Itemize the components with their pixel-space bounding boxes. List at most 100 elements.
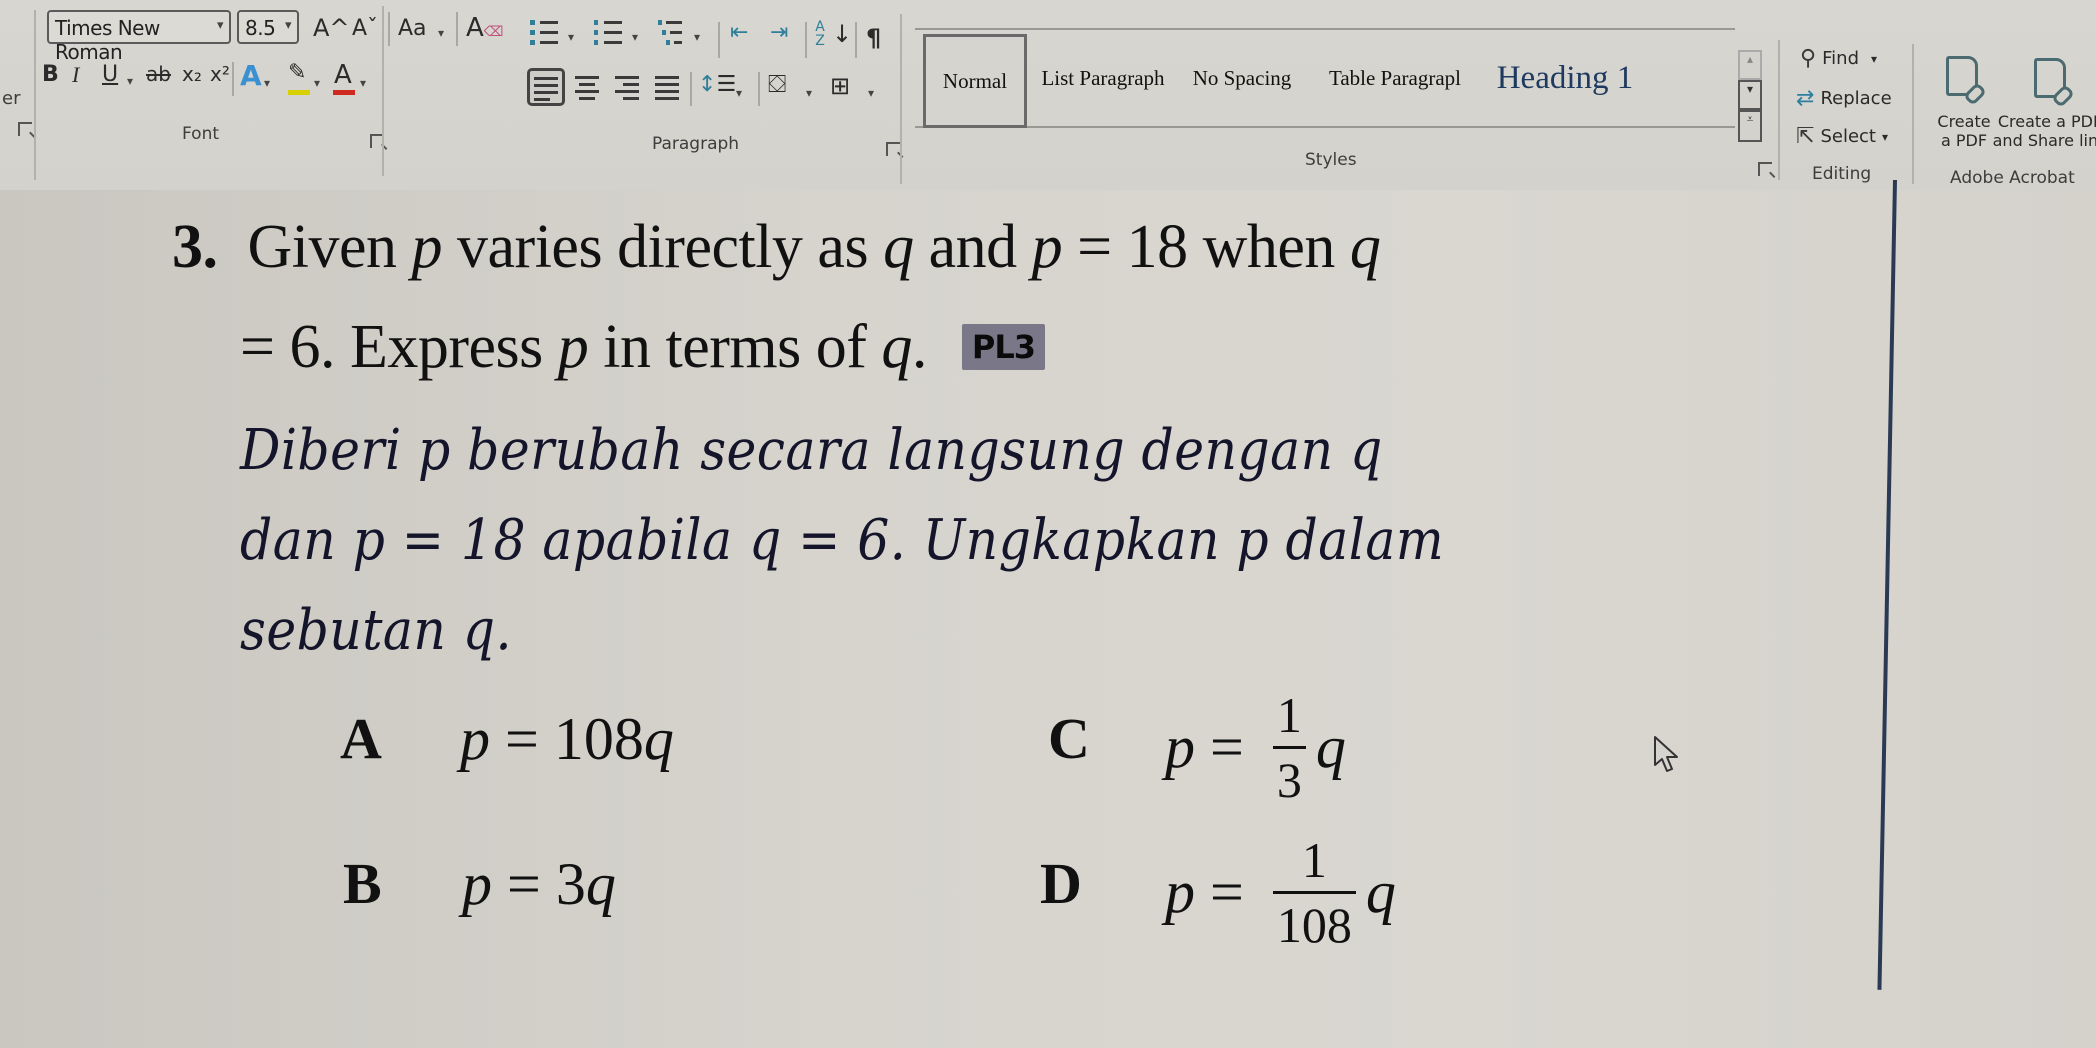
chevron-down-icon[interactable]: ▾ [127, 74, 133, 88]
group-separator [1778, 40, 1780, 180]
sort-icon[interactable]: A Z [812, 20, 828, 48]
chevron-down-icon[interactable]: ▾ [868, 86, 874, 100]
font-name-value: Times New Roman [55, 16, 160, 64]
paragraph-group-label: Paragraph [652, 134, 740, 154]
align-left-button[interactable] [527, 68, 565, 106]
italic-button[interactable]: I [72, 64, 79, 86]
numerator: 1 [1301, 832, 1327, 888]
align-right-icon[interactable] [615, 75, 645, 103]
pdf-share-link-icon [2034, 58, 2066, 98]
decrease-indent-icon[interactable]: ⇤ [730, 22, 748, 44]
divider [388, 12, 390, 46]
font-color-button[interactable]: A [333, 60, 355, 95]
align-center-icon[interactable] [575, 75, 605, 103]
justify-icon[interactable] [655, 75, 685, 103]
select-cursor-icon: ⇱ [1796, 124, 1815, 149]
replace-icon: ⇄ [1796, 86, 1815, 111]
equals: = [490, 706, 554, 772]
increase-indent-icon[interactable]: ⇥ [770, 22, 788, 44]
style-label: No Spacing [1192, 65, 1292, 90]
chevron-down-icon[interactable]: ▾ [217, 18, 224, 33]
borders-icon[interactable]: ⊞ [830, 74, 850, 98]
bullets-icon[interactable] [530, 18, 564, 50]
chevron-down-icon[interactable]: ▾ [264, 76, 270, 90]
text: in terms of [588, 313, 882, 381]
highlight-color-button[interactable]: ✎ [288, 62, 310, 95]
styles-group-label: Styles [1305, 150, 1357, 170]
style-no-spacing[interactable]: No Spacing [1180, 30, 1304, 126]
line-spacing-icon[interactable]: ↕☰ [698, 74, 736, 96]
fraction-bar [1272, 891, 1356, 894]
chevron-down-icon[interactable]: ▾ [360, 76, 366, 90]
paragraph-dialog-launcher-icon[interactable] [886, 142, 900, 156]
multilevel-list-icon[interactable] [658, 18, 692, 50]
editing-group-label: Editing [1812, 164, 1872, 184]
show-formatting-marks-button[interactable]: ¶ [866, 26, 881, 50]
gallery-scroll-down-button[interactable]: ▾ [1738, 80, 1762, 110]
equals: = [1195, 714, 1259, 780]
text-effects-button[interactable]: A [240, 62, 262, 90]
gallery-more-button[interactable]: ⩡ [1738, 110, 1762, 142]
shrink-font-button[interactable]: Aˇ [352, 18, 378, 40]
clear-formatting-icon[interactable]: A⌫ [466, 15, 504, 41]
find-button[interactable]: ⚲ Find ▾ [1800, 46, 1877, 71]
chevron-down-icon[interactable]: ▾ [285, 18, 292, 33]
subscript-button[interactable]: x₂ [182, 64, 202, 84]
option-letter: B [343, 851, 382, 916]
chevron-down-icon[interactable]: ▾ [314, 76, 320, 90]
font-name-combo[interactable]: Times New Roman ▾ [47, 10, 231, 64]
option-expression: p = 3q [462, 850, 616, 919]
math-var: q [585, 851, 616, 917]
divider [758, 72, 760, 106]
font-size-value: 8.5 [245, 16, 276, 40]
underline-button[interactable]: U [102, 64, 118, 86]
chevron-down-icon[interactable]: ▾ [632, 30, 638, 44]
numbering-icon[interactable] [594, 18, 628, 50]
divider [690, 72, 692, 106]
divider [232, 62, 234, 96]
gallery-scroll-up-button[interactable]: ▴ [1738, 50, 1762, 80]
denominator: 3 [1276, 752, 1302, 808]
chevron-down-icon[interactable]: ▾ [694, 30, 700, 44]
math-var: q [643, 706, 674, 772]
shading-icon[interactable]: ⛋ [768, 72, 786, 96]
option-expression: p = 1 3 q [1165, 690, 1346, 805]
style-label: List Paragraph [1041, 65, 1165, 90]
option-letter: A [340, 706, 382, 771]
font-size-combo[interactable]: 8.5 ▾ [237, 10, 299, 44]
select-button[interactable]: ⇱ Select ▾ [1796, 124, 1888, 149]
strikethrough-button[interactable]: ab [146, 64, 171, 84]
coefficient: 108 [553, 706, 644, 772]
malay-line-1: Diberi p berubah secara langsung dengan … [240, 418, 1383, 483]
change-case-button[interactable]: Aa [398, 18, 427, 40]
align-left-icon [534, 75, 564, 103]
math-var: p [1031, 213, 1063, 281]
sort-arrow-icon[interactable]: ↓ [832, 22, 852, 46]
mouse-pointer-icon [1654, 736, 1678, 772]
math-var: p [1165, 859, 1195, 925]
bold-button[interactable]: B [42, 64, 59, 86]
clipboard-launcher-icon[interactable] [18, 122, 32, 136]
option-letter: D [1040, 851, 1082, 916]
style-table-paragraph[interactable]: Table Paragrapl [1310, 30, 1480, 126]
divider [456, 12, 458, 46]
chevron-down-icon[interactable]: ▾ [568, 30, 574, 44]
grow-font-button[interactable]: A^ [313, 16, 350, 40]
style-heading-1[interactable]: Heading 1 [1485, 30, 1645, 126]
chevron-down-icon[interactable]: ▾ [438, 26, 444, 40]
styles-gallery: Normal List Paragraph No Spacing Table P… [915, 28, 1735, 128]
chevron-down-icon[interactable]: ▾ [806, 86, 812, 100]
option-expression: p = 108 q [460, 705, 674, 774]
styles-dialog-launcher-icon[interactable] [1758, 162, 1772, 176]
create-share-line1: Create a PDF [1997, 112, 2096, 131]
style-normal[interactable]: Normal [923, 34, 1027, 128]
replace-button[interactable]: ⇄ Replace [1796, 86, 1892, 111]
malay-line-3: sebutan q. [240, 598, 512, 663]
chevron-down-icon[interactable]: ▾ [736, 86, 742, 100]
font-group-label: Font [182, 124, 220, 144]
font-color-label: A [334, 60, 352, 90]
level-badge: PL3 [961, 323, 1045, 370]
coefficient: 3 [555, 851, 586, 917]
style-list-paragraph[interactable]: List Paragraph [1033, 30, 1173, 126]
superscript-button[interactable]: x² [210, 64, 230, 84]
